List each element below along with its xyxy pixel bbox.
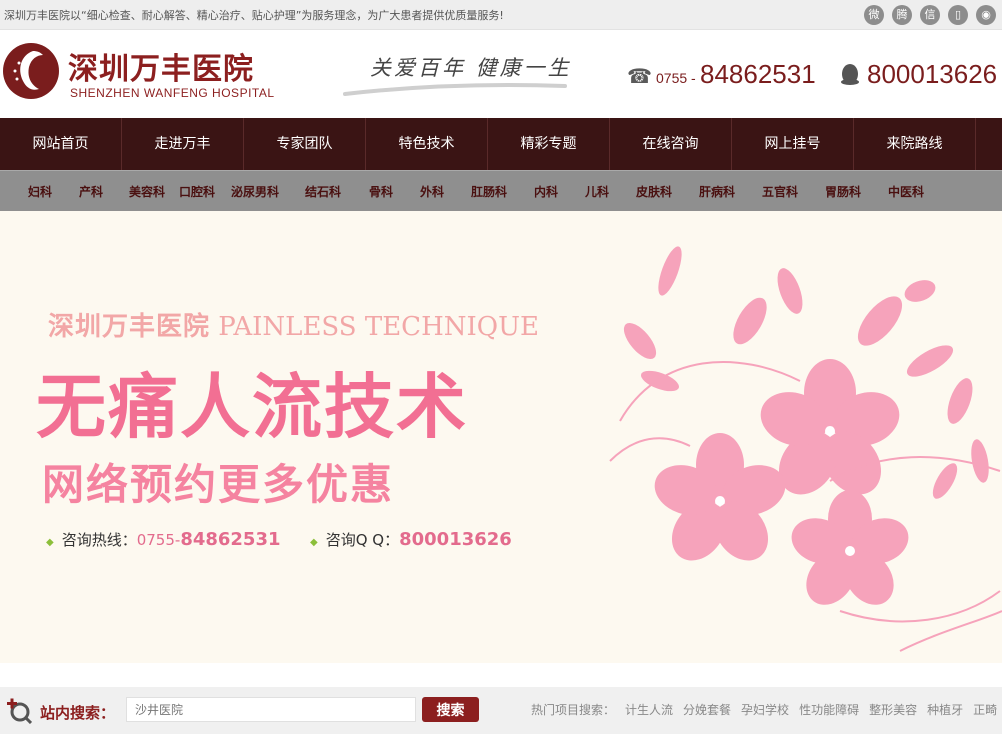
hot-search-link[interactable]: 计生人流 [625, 701, 673, 718]
nav-item-consult[interactable]: 在线咨询 [610, 118, 732, 170]
social-icons: 微 腾 信 ▯ ◉ [864, 5, 996, 25]
promo-banner[interactable]: 深圳万丰医院 PAINLESS TECHNIQUE 无痛人流技术 网络预约更多优… [0, 211, 1002, 663]
hotline-prefix: 0755- [136, 531, 181, 549]
search-magnifier-icon [7, 698, 32, 724]
department-navigation: 妇科 产科 美容科 口腔科 泌尿男科 结石科 骨科 外科 肛肠科 内科 儿科 皮… [0, 170, 1002, 211]
wechat-icon[interactable]: 信 [920, 5, 940, 25]
search-input[interactable] [126, 697, 416, 722]
tencent-weibo-icon[interactable]: 腾 [892, 5, 912, 25]
hot-searches-label: 热门项目搜索： [531, 703, 616, 717]
telephone-icon: ☎ [627, 64, 652, 88]
hot-search-link[interactable]: 分娩套餐 [683, 701, 731, 718]
dept-link[interactable]: 骨科 [369, 183, 393, 200]
dept-link[interactable]: 口腔科 [179, 183, 215, 200]
service-notice: 深圳万丰医院以“细心检查、耐心解答、精心治疗、贴心护理”为服务理念，为广大患者提… [4, 9, 504, 22]
nav-item-technology[interactable]: 特色技术 [366, 118, 488, 170]
top-notice-bar: 深圳万丰医院以“细心检查、耐心解答、精心治疗、贴心护理”为服务理念，为广大患者提… [0, 0, 1002, 30]
dept-link[interactable]: 结石科 [305, 183, 341, 200]
dept-link[interactable]: 产科 [79, 183, 103, 200]
site-header: 深圳万丰医院 SHENZHEN WANFENG HOSPITAL 关爱百年 健康… [0, 30, 1002, 118]
dept-link[interactable]: 皮肤科 [636, 183, 672, 200]
hot-search-link[interactable]: 孕妇学校 [741, 701, 789, 718]
dept-link[interactable]: 妇科 [28, 183, 52, 200]
phone-area-code: 0755 - [656, 70, 696, 86]
bullet-icon: ◆ [46, 537, 54, 548]
hotline-label: 咨询热线： [61, 531, 137, 549]
hot-searches: 热门项目搜索： 计生人流 分娩套餐 孕妇学校 性功能障碍 整形美容 种植牙 正畸 [531, 701, 997, 718]
nav-item-experts[interactable]: 专家团队 [244, 118, 366, 170]
main-navigation: 网站首页 走进万丰 专家团队 特色技术 精彩专题 在线咨询 网上挂号 来院路线 [0, 118, 1002, 170]
dept-link[interactable]: 胃肠科 [825, 183, 861, 200]
nav-item-home[interactable]: 网站首页 [0, 118, 122, 170]
dept-link[interactable]: 肝病科 [699, 183, 735, 200]
hospital-name-en: SHENZHEN WANFENG HOSPITAL [70, 86, 275, 100]
weibo-icon[interactable]: 微 [864, 5, 884, 25]
dept-link[interactable]: 美容科 [129, 183, 165, 200]
banner-title: 深圳万丰医院 PAINLESS TECHNIQUE [48, 306, 539, 343]
dept-link[interactable]: 五官科 [762, 183, 798, 200]
site-search-bar: 站内搜索： 搜索 热门项目搜索： 计生人流 分娩套餐 孕妇学校 性功能障碍 整形… [0, 687, 1002, 734]
hospital-name-cn[interactable]: 深圳万丰医院 [68, 44, 254, 88]
hot-search-link[interactable]: 性功能障碍 [799, 701, 859, 718]
location-icon[interactable]: ◉ [976, 5, 996, 25]
mobile-icon[interactable]: ▯ [948, 5, 968, 25]
qq-number[interactable]: 800013626 [867, 59, 997, 90]
banner-hotline: ◆ 咨询热线：0755-84862531 [46, 529, 281, 550]
nav-item-register[interactable]: 网上挂号 [732, 118, 854, 170]
banner-qq-number: 800013626 [399, 529, 512, 550]
hospital-logo-icon[interactable] [3, 43, 59, 99]
dept-link[interactable]: 外科 [420, 183, 444, 200]
dept-link[interactable]: 泌尿男科 [231, 183, 279, 200]
search-label: 站内搜索： [40, 704, 116, 722]
search-button[interactable]: 搜索 [422, 697, 479, 722]
dept-link[interactable]: 中医科 [888, 183, 924, 200]
slogan-swoosh-decoration [343, 83, 567, 96]
banner-title-cn: 深圳万丰医院 [48, 312, 211, 342]
banner-qq: ◆ 咨询Q Q：800013626 [310, 529, 512, 550]
bullet-icon: ◆ [310, 537, 318, 548]
slogan: 关爱百年 健康一生 [370, 56, 572, 80]
banner-headline: 无痛人流技术 [36, 366, 468, 448]
nav-item-directions[interactable]: 来院路线 [854, 118, 976, 170]
nav-item-about[interactable]: 走进万丰 [122, 118, 244, 170]
flower-decoration-icon [609, 246, 1002, 652]
dept-link[interactable]: 肛肠科 [471, 183, 507, 200]
hot-search-link[interactable]: 种植牙 [927, 701, 963, 718]
qq-label: 咨询Q Q： [325, 531, 400, 549]
dept-link[interactable]: 儿科 [585, 183, 609, 200]
banner-subheadline: 网络预约更多优惠 [42, 460, 395, 509]
dept-link[interactable]: 内科 [534, 183, 558, 200]
nav-item-topics[interactable]: 精彩专题 [488, 118, 610, 170]
hot-search-link[interactable]: 正畸 [973, 701, 997, 718]
hotline-number: 84862531 [180, 529, 281, 550]
phone-number[interactable]: 84862531 [700, 59, 816, 90]
hot-search-link[interactable]: 整形美容 [869, 701, 917, 718]
banner-title-en: PAINLESS TECHNIQUE [218, 312, 539, 342]
qq-penguin-icon [841, 64, 859, 85]
